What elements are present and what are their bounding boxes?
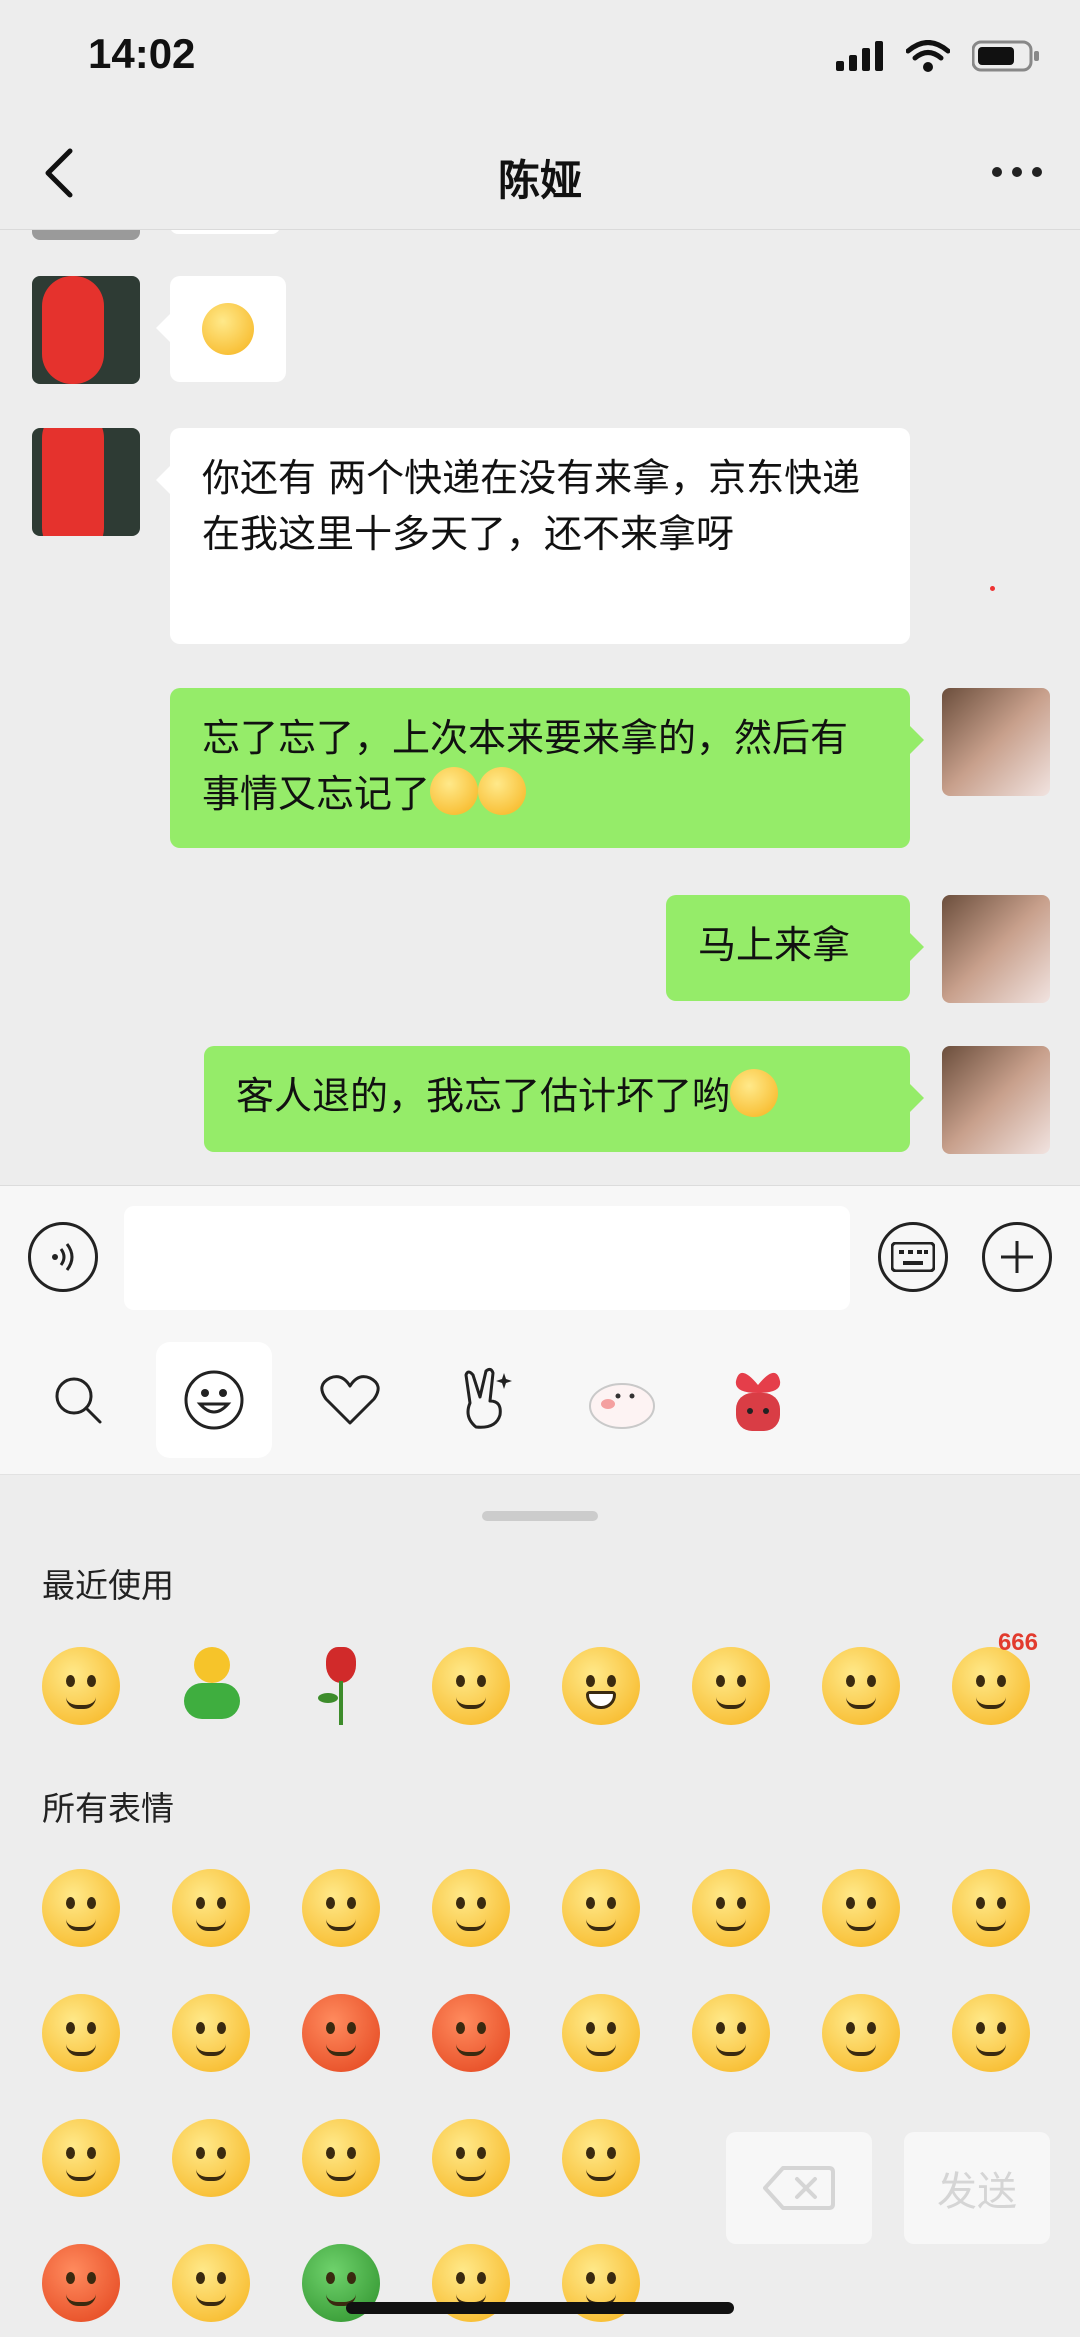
voice-input-button[interactable] — [28, 1222, 98, 1292]
laugh-emoji-icon[interactable] — [172, 2244, 250, 2322]
avatar — [32, 230, 140, 240]
message-text: 你还有 两个快递在没有来拿，京东快递在我这里十多天了，还不来拿呀 — [202, 456, 861, 556]
status-time: 14:02 — [88, 30, 196, 77]
shy-emoji-icon[interactable] — [822, 1869, 900, 1947]
message-bubble-outgoing[interactable]: 马上来拿 — [666, 895, 924, 1001]
cellular-signal-icon — [836, 41, 883, 71]
grin-teeth-emoji-icon[interactable] — [692, 1994, 770, 2072]
stare-emoji-icon[interactable] — [432, 1869, 510, 1947]
facepalm-laugh-emoji-icon — [478, 767, 527, 815]
my-avatar[interactable] — [942, 688, 1050, 796]
heart-eyes-emoji-icon[interactable] — [692, 1647, 770, 1725]
smile-emoji-icon[interactable] — [42, 1869, 120, 1947]
message-text: 客人退的，我忘了估计坏了哟 — [236, 1074, 731, 1118]
chat-header: 陈娅 — [0, 115, 1080, 230]
message-bubble-outgoing[interactable]: 忘了忘了，上次本来要来拿的，然后有事情又忘记了 — [170, 688, 924, 848]
contact-avatar[interactable] — [32, 276, 140, 384]
more-functions-button[interactable] — [982, 1222, 1052, 1292]
angry-emoji-icon[interactable] — [432, 1994, 510, 2072]
666-emoji-icon[interactable]: 666 — [952, 1629, 1038, 1725]
victory-hand-icon — [464, 1367, 512, 1429]
message-input[interactable] — [124, 1206, 850, 1310]
heart-eyes-drool-emoji-icon[interactable] — [302, 1869, 380, 1947]
delete-button[interactable] — [726, 2132, 872, 2244]
red-sticker-icon — [735, 1372, 781, 1431]
green-figure-emoji-icon[interactable] — [172, 1647, 250, 1725]
surprised-emoji-icon[interactable] — [822, 1994, 900, 2072]
cool-sunglasses-emoji-icon[interactable] — [562, 1869, 640, 1947]
all-emoji-grid — [42, 1869, 1052, 2322]
bawling-emoji-icon[interactable] — [172, 1994, 250, 2072]
scream-emoji-icon[interactable] — [172, 2119, 250, 2197]
emoji-panel[interactable]: 最近使用 666 所有表情 发送 — [0, 1475, 1080, 2337]
recent-section-title: 最近使用 — [42, 1566, 174, 1605]
tab-sticker-pack-pig[interactable] — [564, 1342, 680, 1458]
search-icon — [55, 1377, 102, 1424]
tab-gestures[interactable] — [428, 1342, 544, 1458]
wifi-icon — [906, 40, 950, 72]
tongue-wink-emoji-icon[interactable] — [562, 1994, 640, 2072]
grin-emoji-icon[interactable] — [562, 1647, 640, 1725]
heart-icon — [320, 1375, 380, 1425]
happy-emoji-icon[interactable] — [562, 2119, 640, 2197]
emoji-category-tabs — [0, 1330, 1080, 1475]
status-bar: 14:02 — [0, 0, 1080, 115]
backspace-icon — [763, 2166, 835, 2210]
pig-sticker-icon — [589, 1383, 655, 1429]
message-list[interactable]: 你还有 两个快递在没有来拿，京东快递在我这里十多天了，还不来拿呀 忘了忘了，上次… — [0, 230, 1080, 1185]
tab-favorites[interactable] — [292, 1342, 408, 1458]
wry-emoji-icon[interactable] — [172, 1869, 250, 1947]
all-emoji-section-title: 所有表情 — [42, 1789, 174, 1828]
sticker-badge: 666 — [997, 1629, 1038, 1656]
contact-avatar[interactable] — [32, 428, 140, 536]
smile-emoji-icon — [202, 303, 254, 355]
panel-drag-handle[interactable] — [482, 1511, 598, 1521]
recent-emoji-grid: 666 — [42, 1629, 1052, 1725]
embarrassed-emoji-icon[interactable] — [302, 1994, 380, 2072]
rose-emoji-icon[interactable] — [302, 1647, 380, 1725]
blush-surprise-emoji-icon[interactable] — [42, 2119, 120, 2197]
red-dot — [990, 586, 995, 591]
smile-emoji-icon[interactable] — [822, 1647, 900, 1725]
my-avatar[interactable] — [942, 895, 1050, 1003]
smirk-hand-emoji-icon[interactable] — [432, 1647, 510, 1725]
frown-emoji-icon[interactable] — [952, 1994, 1030, 2072]
sleepy-emoji-icon[interactable] — [42, 1994, 120, 2072]
facepalm-laugh-emoji-icon[interactable] — [42, 1647, 120, 1725]
facepalm-laugh-emoji-icon — [730, 1069, 779, 1117]
tab-sticker-pack-red[interactable] — [700, 1342, 816, 1458]
more-options-icon[interactable] — [992, 167, 1042, 177]
message-bubble-incoming[interactable]: 你还有 两个快递在没有来拿，京东快递在我这里十多天了，还不来拿呀 — [156, 428, 910, 644]
message-bubble-outgoing[interactable]: 客人退的，我忘了估计坏了哟 — [204, 1046, 924, 1152]
crying-emoji-icon[interactable] — [692, 1869, 770, 1947]
sweat-angry-emoji-icon[interactable] — [42, 2244, 120, 2322]
keyboard-toggle-button[interactable] — [878, 1222, 948, 1292]
keyboard-icon — [891, 1242, 935, 1272]
facepalm-laugh-emoji-icon — [430, 767, 479, 815]
message-bubble-incoming[interactable] — [156, 276, 286, 382]
smiley-icon — [184, 1370, 244, 1430]
input-bar — [0, 1185, 1080, 1330]
message-bubble — [170, 230, 280, 234]
voice-icon — [52, 1243, 74, 1271]
scribble-overlay — [42, 428, 104, 536]
battery-icon — [972, 40, 1039, 72]
send-button[interactable]: 发送 — [904, 2132, 1050, 2244]
scribble-overlay — [42, 276, 104, 384]
chat-title: 陈娅 — [497, 156, 582, 205]
message-text: 忘了忘了，上次本来要来拿的，然后有事情又忘记了 — [202, 716, 849, 816]
tab-search[interactable] — [20, 1342, 136, 1458]
plus-icon — [1001, 1241, 1033, 1273]
message-text: 马上来拿 — [698, 923, 851, 967]
home-indicator[interactable] — [346, 2302, 734, 2314]
zip-mouth-emoji-icon[interactable] — [952, 1869, 1030, 1947]
tab-emoji[interactable] — [156, 1342, 272, 1458]
giggle-emoji-icon[interactable] — [432, 2119, 510, 2197]
nauseous-emoji-icon[interactable] — [302, 2119, 380, 2197]
my-avatar[interactable] — [942, 1046, 1050, 1154]
